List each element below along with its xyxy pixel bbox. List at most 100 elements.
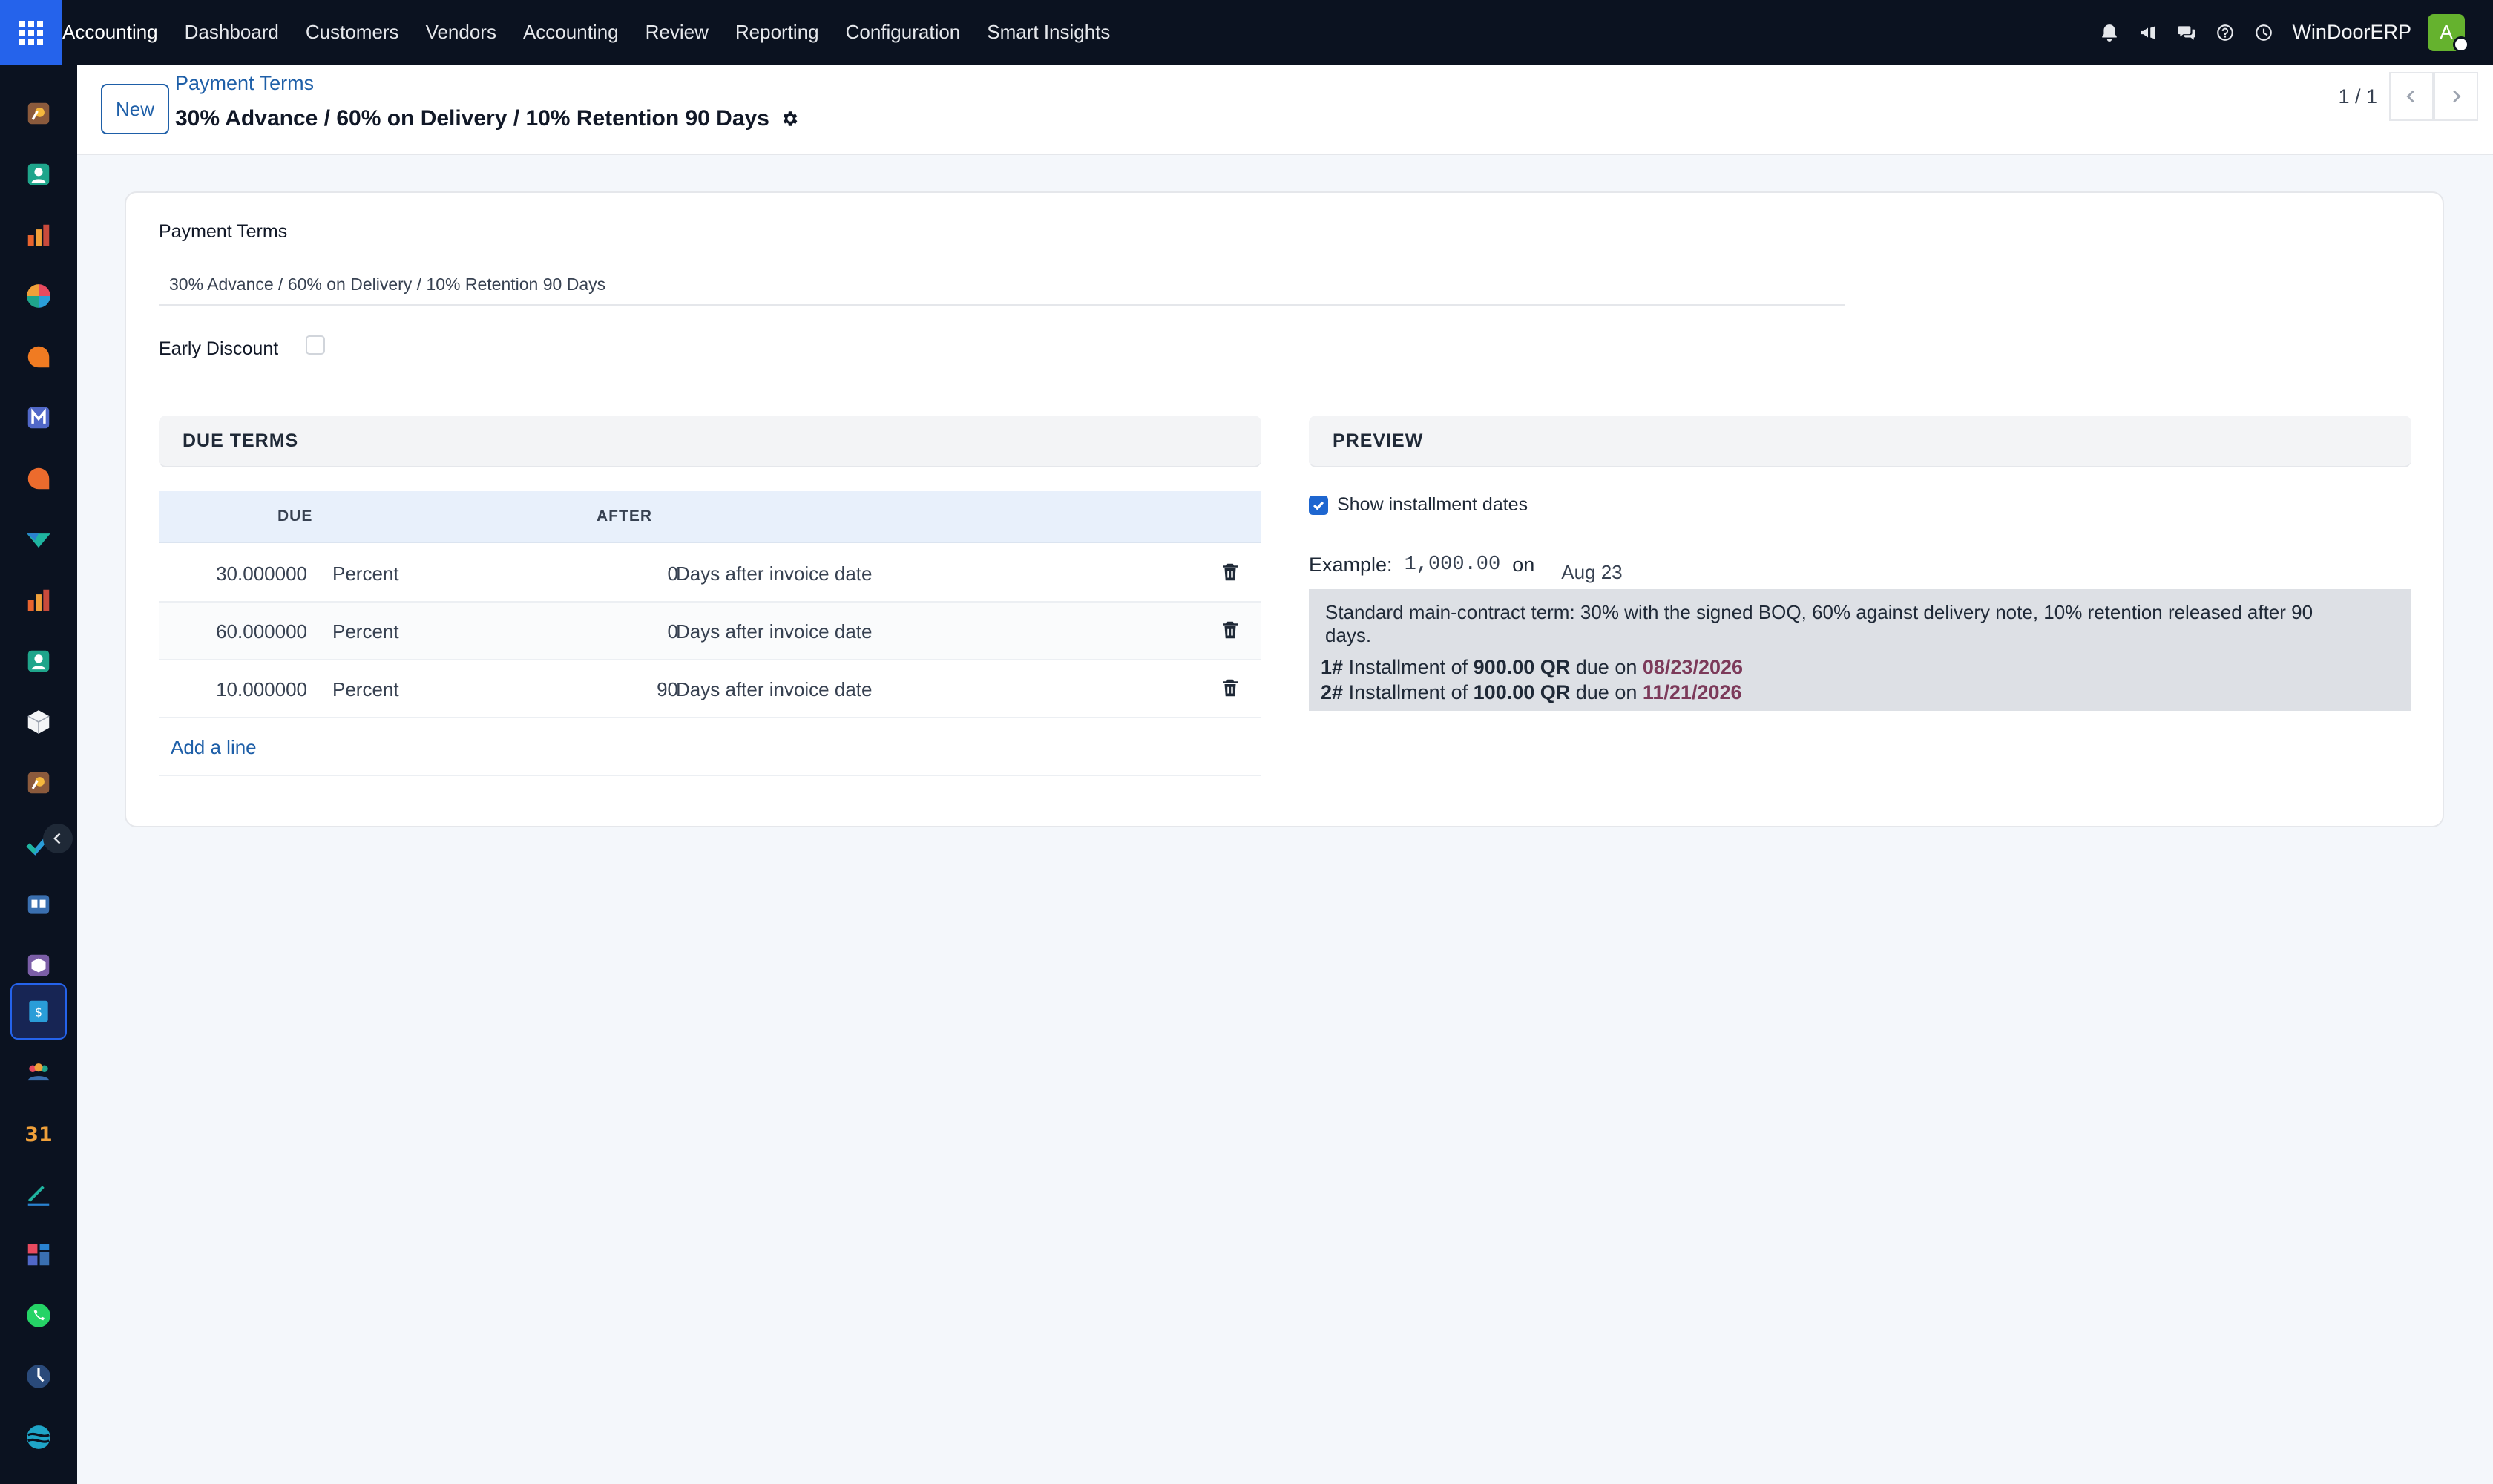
example-date-input[interactable]: Aug 23 [1551,552,1771,594]
chevron-left-icon [53,833,61,844]
payment-term-note: Standard main-contract term: 30% with th… [1325,601,2313,646]
installment-date: 11/21/2026 [1642,681,1742,703]
menu-accounting[interactable]: Accounting [510,0,632,65]
chat-icon[interactable] [2167,0,2206,65]
example-row: Example: 1,000.00 on Aug 23 [1309,536,1771,594]
menu-reporting[interactable]: Reporting [722,0,832,65]
contacts-app-icon[interactable] [10,146,67,203]
invoicing-app-icon[interactable]: $ [10,983,67,1040]
svg-text:31: 31 [24,1123,52,1146]
knowledge-app-icon[interactable] [10,876,67,933]
status-dot [2453,36,2469,53]
company-switcher[interactable]: WinDoorERP [2283,21,2428,44]
new-button[interactable]: New [101,84,169,134]
sales-app-icon[interactable] [10,511,67,568]
calendar-app-icon[interactable]: 31 [10,1105,67,1161]
pager: 1 / 1 [2338,72,2478,121]
trash-icon[interactable] [1219,677,1241,699]
gear-icon[interactable] [780,109,799,128]
website-app-icon[interactable] [10,1409,67,1465]
after-option[interactable]: Days after invoice date [676,620,872,643]
installment-amount: 900.00 QR [1473,656,1571,678]
table-row[interactable]: 60.000000 Percent 0 Days after invoice d… [159,603,1261,660]
menu-vendors[interactable]: Vendors [413,0,510,65]
after-option[interactable]: Days after invoice date [676,562,872,585]
reporting-app-icon[interactable] [10,207,67,263]
check-icon [1313,501,1324,510]
installment-index: 2# [1321,681,1344,703]
trash-icon[interactable] [1219,619,1241,641]
payment-terms-name-input[interactable] [159,264,1845,306]
menu-configuration[interactable]: Configuration [832,0,974,65]
installment-date: 08/23/2026 [1642,656,1744,678]
top-navbar: Accounting Dashboard Customers Vendors A… [0,0,2493,65]
app-brand[interactable]: Accounting [62,0,171,65]
inventory-app-icon[interactable] [10,694,67,750]
table-row[interactable]: 10.000000 Percent 90 Days after invoice … [159,660,1261,718]
due-value[interactable]: 60.000000 [159,620,307,643]
livechat-app-icon[interactable] [10,329,67,385]
column-due[interactable]: DUE [277,508,312,525]
help-icon[interactable] [2206,0,2244,65]
installment-prefix: Installment of [1348,681,1468,703]
discuss-2-app-icon[interactable] [10,755,67,811]
due-value[interactable]: 30.000000 [159,562,307,585]
due-type[interactable]: Percent [332,562,399,585]
due-terms-table-header: DUE AFTER [159,491,1261,543]
add-line-row: Add a line [159,718,1261,776]
table-row[interactable]: 30.000000 Percent 0 Days after invoice d… [159,545,1261,603]
page-title: 30% Advance / 60% on Delivery / 10% Rete… [175,106,799,131]
systray: WinDoorERP A [2090,0,2493,65]
menu-dashboard[interactable]: Dashboard [171,0,292,65]
menu-customers[interactable]: Customers [292,0,413,65]
discuss-app-icon[interactable] [10,85,67,142]
due-type[interactable]: Percent [332,620,399,643]
due-type[interactable]: Percent [332,678,399,701]
early-discount-checkbox[interactable] [306,335,325,355]
show-dates-checkbox[interactable] [1309,495,1328,515]
after-days[interactable]: 0 [574,562,678,585]
after-days[interactable]: 90 [574,678,678,701]
example-amount[interactable]: 1,000.00 [1405,554,1501,576]
mail-app-icon[interactable] [10,390,67,446]
svg-text:$: $ [35,1005,42,1019]
megaphone-icon[interactable] [2129,0,2167,65]
pager-next-button[interactable] [2434,72,2478,121]
breadcrumb-payment-terms[interactable]: Payment Terms [175,72,314,95]
menu-review[interactable]: Review [632,0,722,65]
installment-amount: 100.00 QR [1473,681,1571,703]
installment-line: 1# Installment of 900.00 QR due on 08/23… [1321,654,2395,680]
sidebar-collapse-button[interactable] [43,824,73,853]
bar-chart-app-icon[interactable] [10,572,67,628]
dashboard-app-icon[interactable] [10,268,67,324]
installment-prefix: Installment of [1348,656,1468,678]
installment-index: 1# [1321,656,1344,678]
team-app-icon[interactable] [10,1044,67,1100]
pager-previous-button[interactable] [2389,72,2434,121]
chat-app-icon[interactable] [10,450,67,507]
on-label: on [1512,553,1535,576]
clock-icon[interactable] [2244,0,2283,65]
after-option[interactable]: Days after invoice date [676,678,872,701]
apps-menu-button[interactable] [0,0,62,65]
user-avatar[interactable]: A [2428,13,2469,53]
pager-value[interactable]: 1 / 1 [2338,85,2377,108]
dashboards-app-icon[interactable] [10,1227,67,1283]
menu-smart-insights[interactable]: Smart Insights [973,0,1123,65]
whatsapp-app-icon[interactable] [10,1287,67,1344]
due-value[interactable]: 10.000000 [159,678,307,701]
timer-app-icon[interactable] [10,1348,67,1405]
employee-app-icon[interactable] [10,633,67,689]
installment-line: 2# Installment of 100.00 QR due on 11/21… [1321,680,2395,705]
show-installment-dates: Show installment dates [1309,494,1528,516]
sign-app-icon[interactable] [10,1166,67,1222]
add-a-line-link[interactable]: Add a line [171,736,257,759]
early-discount-label: Early Discount [159,338,279,359]
bell-icon[interactable] [2090,0,2129,65]
installments-preview: Standard main-contract term: 30% with th… [1309,589,2411,711]
column-after[interactable]: AFTER [597,508,652,525]
trash-icon[interactable] [1219,561,1241,583]
installment-mid: due on [1575,656,1638,678]
preview-header: PREVIEW [1309,416,2411,467]
after-days[interactable]: 0 [574,620,678,643]
